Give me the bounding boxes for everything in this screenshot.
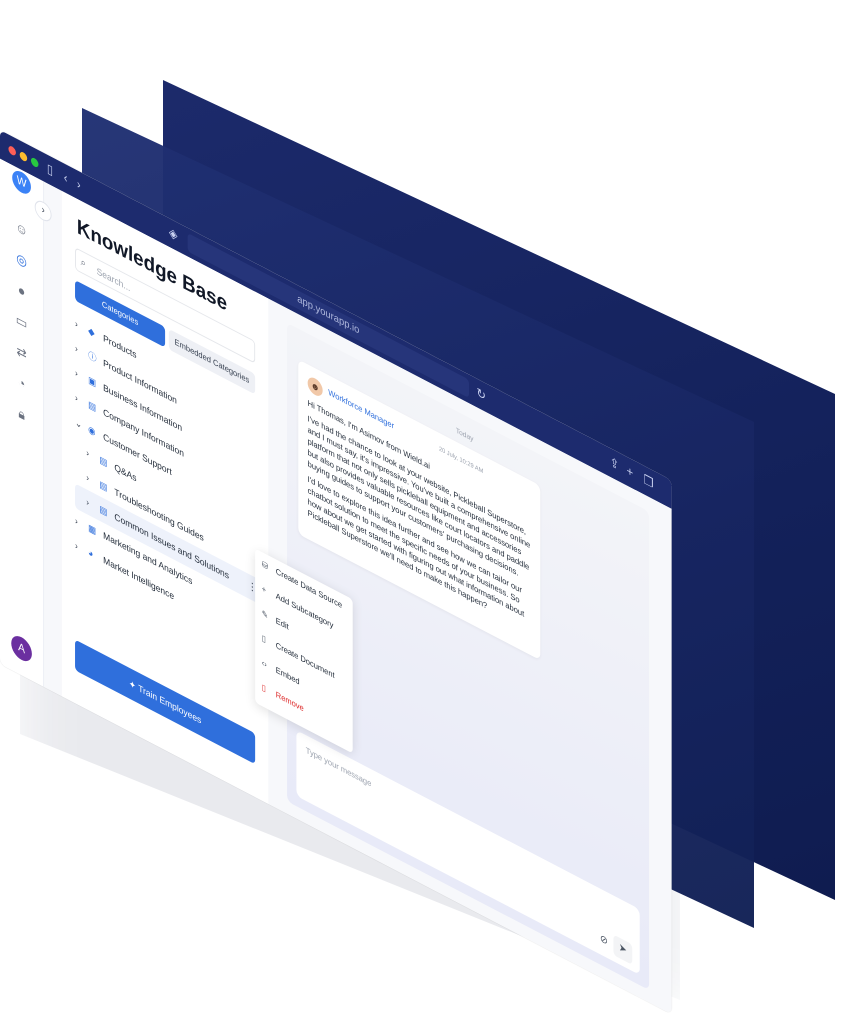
pencil-icon: ✎ — [261, 608, 268, 621]
new-tab-icon[interactable]: + — [627, 463, 634, 481]
knowledge-base-sidebar: Knowledge Base Search... ⌕ Categories Em… — [61, 191, 269, 804]
chevron-right-icon[interactable]: › — [75, 335, 78, 361]
nav-rail: W ☺ ◎ ● ▭ ⇄ ◔ 🔒︎ A — [0, 158, 45, 688]
chevron-right-icon[interactable]: › — [75, 311, 78, 337]
menu-item-label: Edit — [275, 615, 289, 632]
sidebar-toggle-icon[interactable]: ▯ — [47, 161, 53, 179]
translate-icon[interactable]: ⇄ — [14, 341, 29, 365]
minimize-window-button[interactable] — [19, 150, 28, 163]
analytics-icon[interactable]: ◔ — [14, 371, 29, 395]
hero-scene: ▯ ‹ › ◈ app.yourapp.io ↻ ⇪ + ❐ W ☺ ◎ ● ▭… — [0, 0, 848, 1027]
send-button[interactable]: ➤ — [613, 934, 633, 965]
cube-icon: ◆ — [88, 324, 95, 339]
agent-avatar: ☻ — [307, 374, 323, 399]
knowledge-icon[interactable]: ◎ — [14, 248, 29, 272]
tabs-overview-icon[interactable]: ❐ — [643, 472, 653, 492]
forward-icon[interactable]: › — [77, 176, 81, 192]
bot-icon[interactable]: ☺ — [14, 217, 29, 241]
chevron-right-icon[interactable]: › — [86, 465, 89, 491]
code-icon: ‹› — [261, 657, 267, 670]
chevron-right-icon[interactable]: › — [75, 533, 78, 559]
file-plus-icon: ▯ — [261, 633, 266, 645]
attachment-icon[interactable]: ⊘ — [600, 933, 608, 948]
train-employees-label: Train Employees — [138, 682, 202, 726]
pie-icon: ◕ — [88, 546, 94, 560]
chevron-right-icon[interactable]: › — [75, 360, 78, 386]
chat-icon[interactable]: ● — [14, 279, 29, 303]
trash-icon: ▯ — [261, 682, 266, 694]
chevron-down-icon[interactable]: ⌄ — [75, 409, 82, 437]
shield-icon: ◈ — [168, 224, 178, 244]
chevron-right-icon[interactable]: › — [86, 440, 89, 466]
search-icon: ⌕ — [80, 256, 86, 271]
database-icon: ⛁ — [261, 559, 268, 572]
reload-icon[interactable]: ↻ — [477, 385, 486, 404]
chevron-right-icon[interactable]: › — [86, 489, 89, 515]
maximize-window-button[interactable] — [30, 156, 39, 169]
avatar[interactable]: A — [11, 631, 32, 666]
chevron-right-icon[interactable]: › — [75, 385, 78, 411]
inbox-icon[interactable]: ▭ — [14, 310, 29, 334]
close-window-button[interactable] — [8, 144, 16, 157]
plus-icon: + — [261, 583, 267, 596]
chevron-right-icon[interactable]: › — [75, 508, 78, 534]
message-input[interactable]: Type your message — [306, 745, 371, 788]
back-icon[interactable]: ‹ — [64, 169, 68, 185]
sparkle-icon: ✦ — [128, 677, 139, 693]
lock-icon[interactable]: 🔒︎ — [14, 402, 29, 426]
day-separator: Today — [455, 427, 474, 444]
support-icon: ◉ — [88, 423, 96, 438]
share-icon[interactable]: ⇪ — [610, 454, 619, 473]
